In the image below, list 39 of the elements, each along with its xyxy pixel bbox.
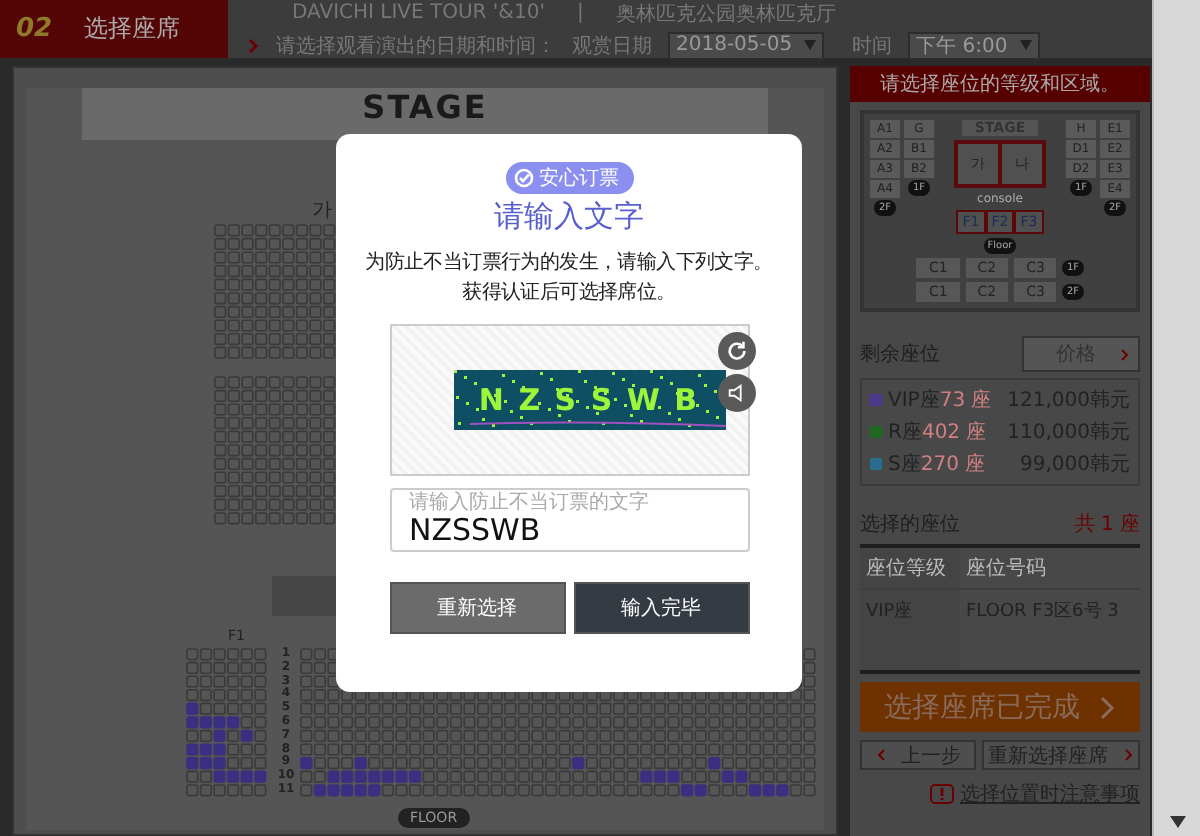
date-label: 观赏日期 xyxy=(572,33,652,59)
scroll-down-icon[interactable] xyxy=(1169,816,1186,828)
warning-icon xyxy=(930,784,954,804)
chevron-icon xyxy=(1120,347,1130,361)
complete-selection-button[interactable]: 选择座席已完成 xyxy=(860,682,1140,732)
dialog-description: 获得认证后可选择席位。 xyxy=(462,279,676,306)
dialog-description: 为防止不当订票行为的发生，请输入下列文字。 xyxy=(365,249,773,276)
step-number: 02 xyxy=(16,14,53,44)
event-title: DAVICHI LIVE TOUR '&10' xyxy=(292,2,545,24)
seat-count: 402 座 xyxy=(921,419,987,446)
seat-count: 73 座 xyxy=(939,387,992,414)
selected-count: 共 1 座 xyxy=(1074,511,1140,538)
time-dropdown[interactable]: 下午 6:00 xyxy=(908,31,1040,59)
seat-count: 270 座 xyxy=(920,451,986,478)
secure-booking-badge: 安心订票 xyxy=(505,162,633,194)
column-header: 座位号码 xyxy=(964,555,1048,584)
submit-button[interactable]: 输入完毕 xyxy=(573,582,749,634)
instruction-banner: 请选择座位的等级和区域。 xyxy=(850,66,1150,102)
dropdown-arrow-icon xyxy=(804,40,817,50)
date-dropdown[interactable]: 2018-05-05 xyxy=(668,31,825,59)
chevron-icon xyxy=(1100,695,1116,719)
stage-label: STAGE xyxy=(362,88,488,126)
chevron-icon xyxy=(1124,748,1134,762)
refresh-icon xyxy=(725,340,747,362)
scrollbar[interactable] xyxy=(1152,0,1200,836)
time-label: 时间 xyxy=(852,33,893,59)
speaker-icon xyxy=(725,382,747,404)
dropdown-arrow-icon xyxy=(1019,40,1032,50)
date-time-prompt: 请选择观看演出的日期和时间： xyxy=(276,33,556,59)
dialog-title: 请输入文字 xyxy=(494,198,644,236)
chevron-icon xyxy=(875,748,885,762)
separator: | xyxy=(576,2,584,24)
captcha-input-field[interactable]: 请输入防止不当订票的文字 NZSSWB xyxy=(389,488,749,552)
chevron-icon xyxy=(248,37,260,53)
column-header: 座位等级 xyxy=(860,548,960,588)
reselect-button[interactable]: 重新选择 xyxy=(389,582,565,634)
step-title: 选择座席 xyxy=(84,12,181,46)
venue-name: 奥林匹克公园奥林匹克厅 xyxy=(615,1,836,27)
refresh-button[interactable] xyxy=(717,332,755,370)
